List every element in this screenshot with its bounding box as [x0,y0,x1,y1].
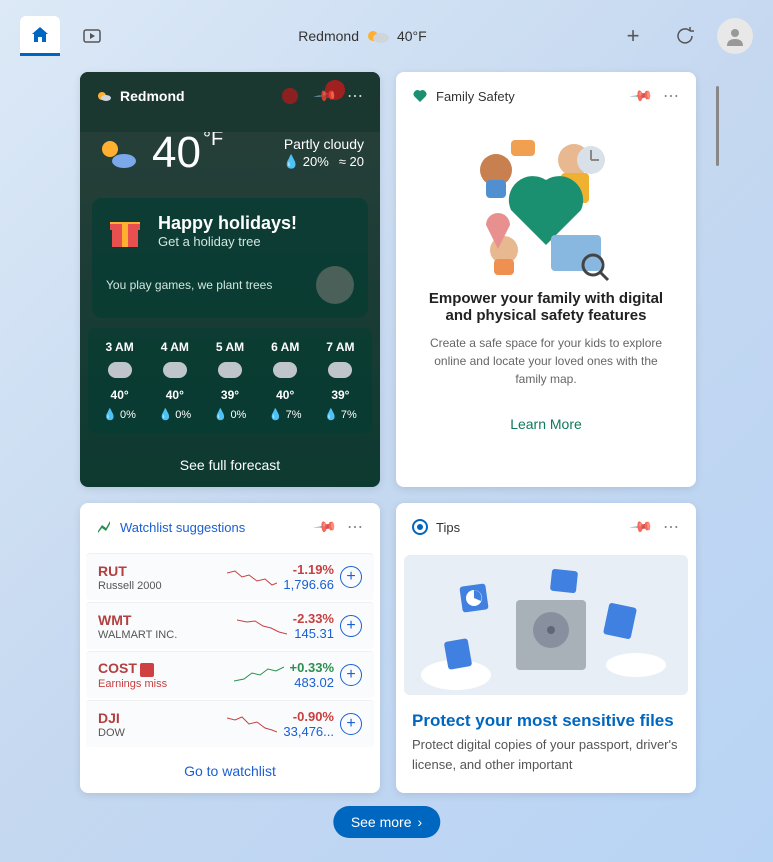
add-button[interactable]: + [613,16,653,56]
hour-col[interactable]: 5 AM39°💧 0% [202,340,257,421]
topbar-location: Redmond [298,28,359,44]
holiday-title: Happy holidays! [158,213,297,234]
gift-icon [106,212,144,250]
pin-icon[interactable]: 📌 [313,83,339,109]
full-forecast-link[interactable]: See full forecast [80,443,380,487]
chart-icon [96,519,112,535]
tips-illustration [404,555,688,695]
tips-description: Protect digital copies of your passport,… [396,735,696,788]
weather-condition-icon [96,131,140,175]
current-temp: 40 [152,128,201,178]
sparkline [227,565,277,589]
topbar-temp: 40°F [397,28,427,44]
tips-heading: Protect your most sensitive files [396,699,696,735]
family-safety-widget: Family Safety 📌 ⋯ Empower your family wi… [396,72,696,487]
cloud-icon [328,362,352,378]
watchlist-widget: Watchlist suggestions 📌 ⋯ RUTRussell 200… [80,503,380,793]
weather-widget: Redmond 📌 ⋯ 40 °F Partly cloudy 💧 20% ≈ … [80,72,380,487]
add-stock-button[interactable]: + [340,664,362,686]
more-icon[interactable]: ⋯ [347,517,364,537]
watchlist-title: Watchlist suggestions [120,520,245,535]
weather-condition: Partly cloudy [283,136,364,152]
stock-row[interactable]: DJIDOW -0.90%33,476... + [86,700,374,747]
family-title: Family Safety [436,89,515,104]
cloud-icon [108,362,132,378]
tips-title: Tips [436,520,460,535]
learn-more-link[interactable]: Learn More [396,398,696,450]
user-avatar-button[interactable] [717,18,753,54]
scrollbar[interactable] [716,86,719,166]
stock-row[interactable]: RUTRussell 2000 -1.19%1,796.66 + [86,553,374,600]
hour-col[interactable]: 7 AM39°💧 7% [313,340,368,421]
tips-widget: Tips 📌 ⋯ Protect your most sensitive fil… [396,503,696,793]
see-more-button[interactable]: See more › [333,806,440,838]
hour-col[interactable]: 6 AM40°💧 7% [258,340,313,421]
hour-col[interactable]: 4 AM40°💧 0% [147,340,202,421]
stock-row[interactable]: WMTWALMART INC. -2.33%145.31 + [86,602,374,649]
wind-value: ≈ 20 [339,154,364,170]
holiday-promo[interactable]: Happy holidays! Get a holiday tree You p… [92,198,368,318]
family-description: Create a safe space for your kids to exp… [396,324,696,398]
refresh-button[interactable] [665,16,705,56]
tips-icon [412,519,428,535]
chevron-right-icon: › [418,814,423,830]
family-heading: Empower your family with digital and phy… [396,290,696,324]
sparkline [237,614,287,638]
add-stock-button[interactable]: + [340,566,362,588]
cloud-icon [163,362,187,378]
cloud-icon [273,362,297,378]
hour-col[interactable]: 3 AM40°💧 0% [92,340,147,421]
plant-icon [316,266,354,304]
heart-icon [412,88,428,104]
more-icon[interactable]: ⋯ [347,86,364,106]
weather-location: Redmond [120,88,185,104]
go-to-watchlist-link[interactable]: Go to watchlist [80,749,380,793]
family-illustration [396,120,696,290]
more-icon[interactable]: ⋯ [663,86,680,106]
more-icon[interactable]: ⋯ [663,517,680,537]
sparkline [227,712,277,736]
add-stock-button[interactable]: + [340,615,362,637]
hourly-forecast: 3 AM40°💧 0% 4 AM40°💧 0% 5 AM39°💧 0% 6 AM… [88,328,372,433]
add-stock-button[interactable]: + [340,713,362,735]
pin-icon[interactable]: 📌 [629,83,655,109]
home-button[interactable] [20,16,60,56]
pin-icon[interactable]: 📌 [313,514,339,540]
holiday-text: You play games, we plant trees [106,278,272,292]
precip-value: 💧 20% [283,154,329,170]
stock-row[interactable]: COSTEarnings miss +0.33%483.02 + [86,651,374,698]
cloud-icon [218,362,242,378]
sparkline [234,663,284,687]
topbar-weather[interactable]: Redmond 40°F [124,26,601,46]
earnings-badge-icon [140,663,154,677]
pin-icon[interactable]: 📌 [629,514,655,540]
holiday-subtitle: Get a holiday tree [158,234,297,249]
video-button[interactable] [72,16,112,56]
